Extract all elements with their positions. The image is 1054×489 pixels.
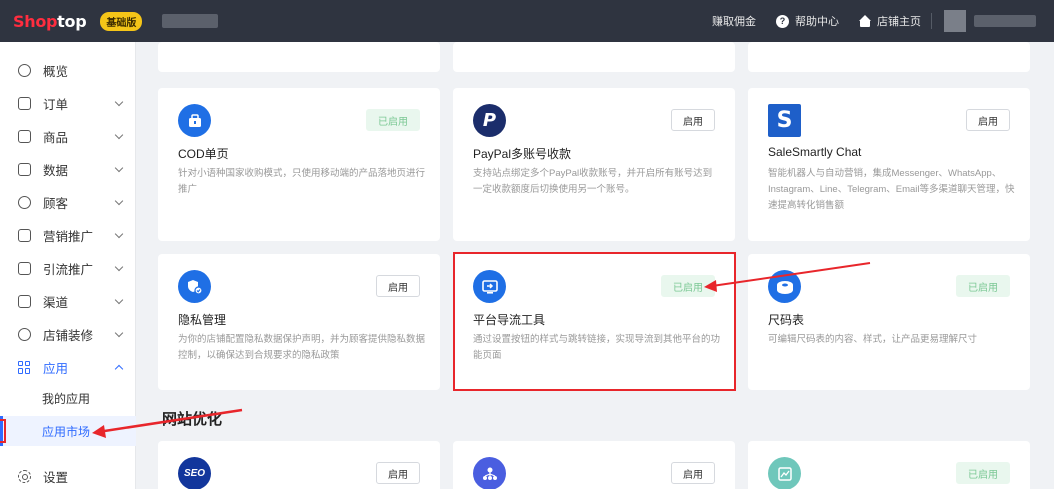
store-name-redacted	[162, 14, 219, 28]
app-title: 尺码表	[768, 313, 805, 327]
enable-button[interactable]: 启用	[966, 109, 1010, 131]
sidebar-item-settings[interactable]: 设置	[0, 460, 136, 489]
dashboard-icon	[18, 63, 31, 77]
top-bar: Shoptop 基础版 赚取佣金 ? 帮助中心 店铺主页	[0, 0, 1054, 42]
user-name-redacted[interactable]	[974, 15, 1036, 27]
sidebar-subitem-my-apps[interactable]: 我的应用	[0, 383, 136, 413]
app-title: SaleSmartly Chat	[768, 145, 862, 159]
sidebar-item-customers[interactable]: 顾客	[0, 186, 136, 218]
image-tool-icon	[768, 457, 801, 489]
divider	[931, 13, 932, 29]
enabled-button[interactable]: 已启用	[956, 462, 1010, 484]
chevron-down-icon	[114, 130, 124, 140]
channel-icon	[18, 294, 31, 308]
user-icon	[18, 195, 31, 209]
sidebar-item-channels[interactable]: 渠道	[0, 285, 136, 317]
product-icon	[18, 129, 31, 143]
chevron-down-icon	[114, 97, 124, 107]
sitemap-icon	[473, 457, 506, 489]
chevron-down-icon	[114, 196, 124, 206]
highlight-box	[453, 252, 736, 391]
gear-icon	[18, 469, 31, 483]
paypal-icon: P	[473, 104, 506, 137]
chevron-down-icon	[114, 295, 124, 305]
app-description: 可编辑尺码表的内容、样式，让产品更易理解尺寸	[768, 334, 978, 345]
shoptop-logo[interactable]: Shoptop	[13, 12, 87, 31]
app-title: PayPal多账号收款	[473, 147, 572, 161]
sidebar-item-traffic[interactable]: 引流推广	[0, 252, 136, 284]
enabled-button[interactable]: 已启用	[366, 109, 420, 131]
order-icon	[18, 96, 31, 110]
earn-commission-link[interactable]: 赚取佣金	[702, 0, 766, 42]
app-description: 智能机器人与自动营销，集成Messenger、WhatsApp、Instagra…	[768, 168, 1015, 211]
cod-page-icon	[178, 104, 211, 137]
app-card-cod[interactable]: 已启用 COD单页 针对小语种国家收购模式，只使用移动端的产品落地页进行推广	[158, 88, 440, 241]
sidebar-item-marketing[interactable]: 营销推广	[0, 219, 136, 251]
size-chart-icon	[768, 270, 801, 303]
highlight-marker	[0, 419, 6, 443]
help-icon: ?	[776, 14, 789, 28]
chevron-down-icon	[114, 229, 124, 239]
privacy-shield-icon	[178, 270, 211, 303]
sidebar: 概览 订单 商品 数据 顾客 营销推广 引流推广 渠道 店铺装修 应用 我的应用…	[0, 42, 136, 489]
store-home-link[interactable]: 店铺主页	[849, 0, 931, 42]
app-description: 为你的店铺配置隐私数据保护声明，并为顾客提供隐私数据控制，以确保达到合规要求的隐…	[178, 334, 426, 361]
enable-button[interactable]: 启用	[376, 462, 420, 484]
marketing-icon	[18, 228, 31, 242]
app-card-partial	[453, 42, 735, 72]
sidebar-item-orders[interactable]: 订单	[0, 87, 136, 119]
help-center-link[interactable]: ? 帮助中心	[766, 0, 849, 42]
app-card-partial	[748, 42, 1030, 72]
app-card-privacy[interactable]: 启用 隐私管理 为你的店铺配置隐私数据保护声明，并为顾客提供隐私数据控制，以确保…	[158, 254, 440, 390]
sidebar-item-store-design[interactable]: 店铺装修	[0, 318, 136, 350]
app-card-partial	[158, 42, 440, 72]
chevron-down-icon	[114, 262, 124, 272]
sidebar-subitem-app-market[interactable]: 应用市场	[0, 416, 136, 446]
annotation-arrows	[92, 262, 871, 438]
app-card-paypal[interactable]: P 启用 PayPal多账号收款 支持站点绑定多个PayPal收款账号，并开启所…	[453, 88, 735, 241]
sidebar-item-data[interactable]: 数据	[0, 153, 136, 185]
app-card-size-chart[interactable]: 已启用 尺码表 可编辑尺码表的内容、样式，让产品更易理解尺寸	[748, 254, 1030, 390]
enable-button[interactable]: 启用	[671, 462, 715, 484]
enable-button[interactable]: 启用	[376, 275, 420, 297]
home-icon	[859, 14, 871, 27]
app-description: 针对小语种国家收购模式，只使用移动端的产品落地页进行推广	[178, 168, 426, 195]
section-title: 网站优化	[162, 411, 223, 428]
edition-badge: 基础版	[100, 11, 143, 31]
apps-grid-icon	[18, 360, 31, 374]
sidebar-item-products[interactable]: 商品	[0, 120, 136, 152]
sidebar-item-apps[interactable]: 应用	[0, 351, 136, 383]
chevron-up-icon	[114, 364, 124, 374]
app-card-seo[interactable]: SEO 启用	[158, 441, 440, 489]
traffic-icon	[18, 261, 31, 275]
data-icon	[18, 162, 31, 176]
app-card-image-tool[interactable]: 已启用	[748, 441, 1030, 489]
enabled-button[interactable]: 已启用	[956, 275, 1010, 297]
seo-icon: SEO	[178, 457, 211, 489]
app-card-sitemap[interactable]: 启用	[453, 441, 735, 489]
app-title: 隐私管理	[178, 313, 227, 327]
top-right-menu: 赚取佣金 ? 帮助中心 店铺主页	[702, 0, 1054, 42]
app-card-salesmartly[interactable]: S 启用 SaleSmartly Chat 智能机器人与自动营销，集成Messe…	[748, 88, 1030, 241]
sidebar-item-overview[interactable]: 概览	[0, 54, 136, 86]
chevron-down-icon	[114, 163, 124, 173]
salesmartly-icon: S	[768, 104, 801, 137]
app-title: COD单页	[178, 147, 229, 161]
app-description: 支持站点绑定多个PayPal收款账号，并开启所有账号达到一定收款额度后切换使用另…	[473, 168, 713, 195]
store-design-icon	[18, 327, 31, 341]
avatar[interactable]	[944, 10, 966, 32]
enable-button[interactable]: 启用	[671, 109, 715, 131]
chevron-down-icon	[114, 328, 124, 338]
